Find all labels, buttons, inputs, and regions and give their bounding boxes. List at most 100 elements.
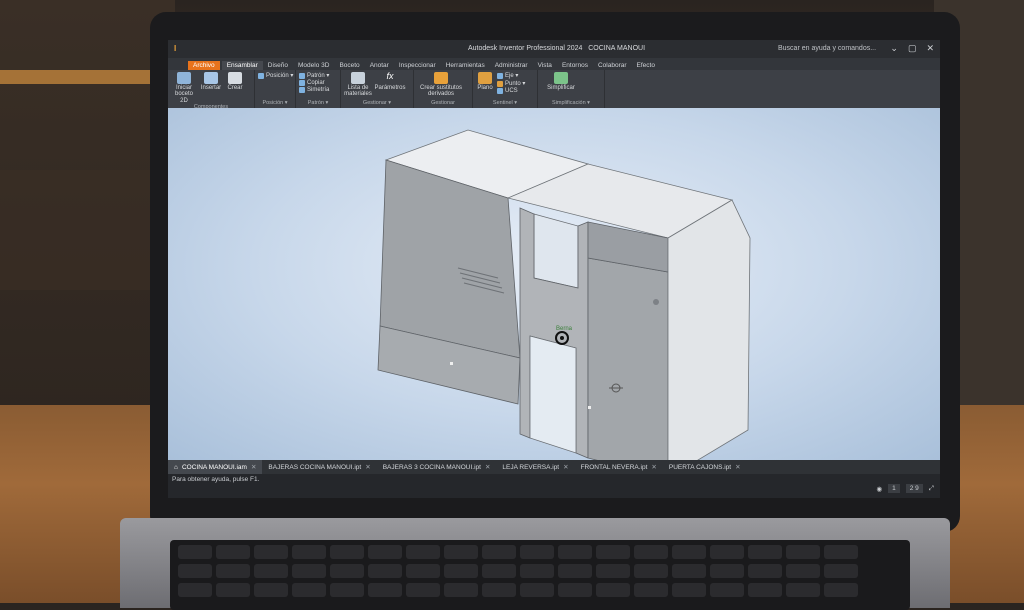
punto-button[interactable]: Punto ▾ <box>497 80 525 87</box>
copy-icon <box>299 80 305 86</box>
insert-icon <box>204 72 218 84</box>
group-label-patron: Patrón ▾ <box>307 100 329 106</box>
simetria-button[interactable]: Simetría <box>299 87 329 93</box>
point-icon <box>497 80 503 87</box>
ribbon-group-simplificacion: Simplificar Simplificación ▾ <box>538 70 605 108</box>
ribbon-tabs: Archivo Ensamblar Diseño Modelo 3D Bocet… <box>168 58 940 70</box>
plano-button[interactable]: Plano <box>476 72 494 100</box>
close-tab-icon[interactable]: ✕ <box>251 463 256 471</box>
patron-button[interactable]: Patrón ▾ <box>299 72 329 79</box>
sketch-icon <box>177 72 191 84</box>
ribbon: Iniciar boceto 2D Insertar Crear Compone… <box>168 70 940 110</box>
mirror-icon <box>299 87 305 93</box>
cabinet-model[interactable]: Berna <box>168 108 940 460</box>
tab-inspeccionar[interactable]: Inspeccionar <box>394 61 441 70</box>
tab-diseno[interactable]: Diseño <box>263 61 293 70</box>
inventor-window: I Autodesk Inventor Professional 2024 CO… <box>168 40 940 498</box>
tab-anotar[interactable]: Anotar <box>365 61 394 70</box>
background-shelf-lower <box>0 170 170 290</box>
tab-vista[interactable]: Vista <box>533 61 557 70</box>
copiar-button[interactable]: Copiar <box>299 80 329 86</box>
tab-entornos[interactable]: Entornos <box>557 61 593 70</box>
tab-efecto[interactable]: Efecto <box>632 61 660 70</box>
close-tab-icon[interactable]: ✕ <box>365 463 370 471</box>
tab-boceto[interactable]: Boceto <box>334 61 364 70</box>
center-opening-lower <box>529 335 577 454</box>
document-tab[interactable]: PUERTA CAJONS.ipt ✕ <box>663 463 747 472</box>
center-opening-upper <box>533 213 579 289</box>
tab-herramientas[interactable]: Herramientas <box>441 61 490 70</box>
document-title: COCINA MANOUI <box>588 45 646 52</box>
pattern-icon <box>299 72 305 79</box>
document-tab[interactable]: BAJERAS COCINA MANOUI.ipt ✕ <box>262 463 376 472</box>
tab-administrar[interactable]: Administrar <box>490 61 533 70</box>
navigation-icon[interactable]: ◉ <box>876 485 882 493</box>
simplify-icon <box>554 72 568 84</box>
close-tab-icon[interactable]: ✕ <box>485 463 490 471</box>
ucs-button[interactable]: UCS <box>497 88 525 94</box>
status-count-b: 2 9 <box>905 484 923 493</box>
crear-button[interactable]: Crear <box>225 72 245 104</box>
minimize-button[interactable]: ⌄ <box>890 43 898 54</box>
document-tab[interactable]: BAJERAS 3 COCINA MANOUI.ipt ✕ <box>377 463 497 472</box>
tab-modelo-3d[interactable]: Modelo 3D <box>293 61 334 70</box>
eje-button[interactable]: Eje ▾ <box>497 72 525 79</box>
tab-colaborar[interactable]: Colaborar <box>593 61 632 70</box>
document-tab[interactable]: FRONTAL NEVERA.ipt ✕ <box>575 463 663 472</box>
close-button[interactable]: ✕ <box>926 43 934 54</box>
group-label-sustitutos: Gestionar <box>431 100 455 106</box>
viewcube-label: Berna <box>556 326 573 332</box>
position-icon <box>258 72 264 79</box>
ribbon-group-gestionar: Lista de materiales fx Parámetros Gestio… <box>341 70 414 108</box>
create-icon <box>228 72 242 84</box>
parametros-button[interactable]: fx Parámetros <box>375 71 406 100</box>
help-search-input[interactable]: Buscar en ayuda y comandos... <box>778 45 876 52</box>
document-tab[interactable]: ⌂ COCINA MANOUI.iam ✕ <box>168 460 263 474</box>
close-tab-icon[interactable]: ✕ <box>651 463 656 471</box>
group-label-sentinel: Sentinel ▾ <box>492 100 518 106</box>
posicion-button[interactable]: Posición ▾ <box>258 72 293 79</box>
tab-ensamblar[interactable]: Ensamblar <box>221 61 263 70</box>
pivot-mark <box>653 299 659 305</box>
inventor-logo-icon[interactable]: I <box>174 44 186 54</box>
crear-sustitutos-button[interactable]: Crear sustitutos derivados <box>417 72 465 100</box>
fx-icon: fx <box>386 71 394 81</box>
status-count-a: 1 <box>888 484 900 493</box>
maximize-button[interactable]: ▢ <box>908 43 917 54</box>
status-help-text: Para obtener ayuda, pulse F1. <box>172 476 260 483</box>
ribbon-group-posicion: Posición ▾ Posición ▾ <box>255 70 296 108</box>
title-bar: I Autodesk Inventor Professional 2024 CO… <box>168 40 940 58</box>
background-shelf <box>0 70 170 84</box>
iniciar-boceto-button[interactable]: Iniciar boceto 2D <box>171 72 197 104</box>
lista-materiales-button[interactable]: Lista de materiales <box>344 72 372 100</box>
insertar-button[interactable]: Insertar <box>200 72 222 104</box>
ribbon-group-sentinel: Plano Eje ▾ Punto ▾ UCS Sentinel ▾ <box>473 70 538 108</box>
ribbon-group-patron: Patrón ▾ Copiar Simetría Patrón ▾ <box>296 70 341 108</box>
expand-icon[interactable]: ⤢ <box>929 485 934 493</box>
right-door <box>587 257 669 460</box>
close-tab-icon[interactable]: ✕ <box>563 463 568 471</box>
ribbon-group-componentes: Iniciar boceto 2D Insertar Crear Compone… <box>168 70 255 110</box>
status-bar: Para obtener ayuda, pulse F1. ◉ 1 2 9 ⤢ <box>168 474 940 498</box>
bom-icon <box>351 72 365 84</box>
tab-archivo[interactable]: Archivo <box>188 61 220 70</box>
document-tab[interactable]: LEJA REVERSA.ipt ✕ <box>496 463 574 472</box>
group-label-posicion: Posición ▾ <box>262 100 288 106</box>
ribbon-group-sustitutos: Crear sustitutos derivados Gestionar <box>414 70 473 108</box>
document-tabs: ⌂ COCINA MANOUI.iam ✕ BAJERAS COCINA MANOU… <box>168 460 940 474</box>
group-label-gestionar: Gestionar ▾ <box>362 100 392 106</box>
3d-viewport[interactable]: Berna <box>168 108 940 460</box>
simplificar-button[interactable]: Simplificar <box>541 72 581 100</box>
substitute-icon <box>434 72 448 84</box>
axis-icon <box>497 72 503 79</box>
group-label-simplificacion: Simplificación ▾ <box>552 100 590 106</box>
app-title: Autodesk Inventor Professional 2024 <box>468 45 583 52</box>
plane-icon <box>478 72 492 84</box>
hole-mark-2 <box>588 406 591 409</box>
hole-mark <box>450 362 453 365</box>
home-icon[interactable]: ⌂ <box>174 464 178 471</box>
keyboard <box>170 540 910 610</box>
close-tab-icon[interactable]: ✕ <box>735 463 740 471</box>
right-side-panel <box>667 199 751 460</box>
ucs-icon <box>497 88 503 94</box>
